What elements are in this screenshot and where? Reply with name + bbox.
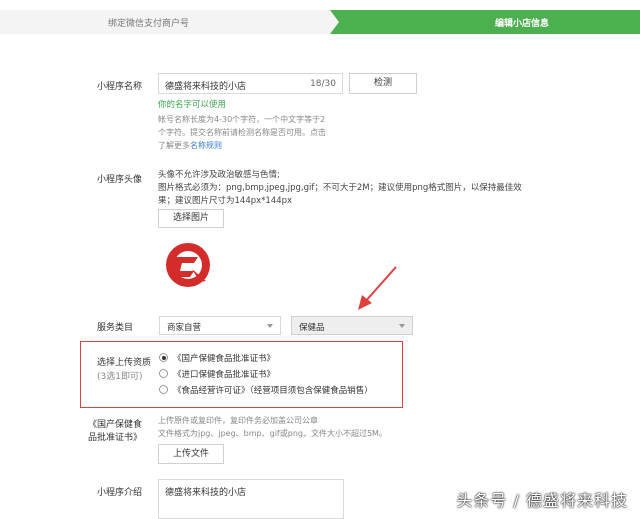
name-hint-line1: 帐号名称长度为4-30个字符，一个中文字等于2 [158, 115, 326, 124]
name-rules-link[interactable]: 名称规则 [190, 141, 222, 150]
avatar-rule-line1: 头像不允许涉及政治敏感与色情; [158, 170, 280, 180]
qualification-option-import[interactable]: 《进口保健食品批准证书》 [159, 368, 275, 380]
intro-textarea[interactable]: 德盛将来科技的小店 [158, 479, 344, 519]
avatar-rule-line3: 果；建议图片尺寸为144px*144px [158, 196, 293, 206]
avatar-rules: 头像不允许涉及政治敏感与色情; 图片格式必须为：png,bmp,jpeg,jpg… [158, 169, 558, 208]
service-category-label: 服务类目 [97, 323, 134, 333]
qualification-option-label: 《进口保健食品批准证书》 [173, 370, 276, 380]
chevron-down-icon [399, 324, 405, 328]
service-secondary-select[interactable]: 保健品 [291, 316, 413, 335]
qualification-label: 选择上传资质 [97, 358, 152, 368]
step-bind-merchant-label: 绑定微信支付商户号 [108, 19, 190, 29]
radio-selected-icon[interactable] [159, 353, 168, 362]
name-hint: 帐号名称长度为4-30个字符，一个中文字等于2 个字符。提交名称前请检测名称是否… [158, 113, 358, 152]
service-primary-value: 商家自营 [167, 323, 202, 333]
name-hint-line3: 了解更多名称规则 [158, 139, 358, 152]
name-hint-line3-prefix: 了解更多 [158, 141, 190, 150]
avatar-rule-line2: 图片格式必须为：png,bmp,jpeg,jpg,gif；不可大于2M；建议使用… [158, 183, 522, 193]
step-progress-bar: 绑定微信支付商户号 编辑小店信息 [0, 10, 640, 34]
check-name-button[interactable]: 检测 [349, 73, 417, 94]
intro-textarea-value: 德盛将来科技的小店 [165, 488, 247, 498]
step-edit-shop: 编辑小店信息 [330, 10, 640, 34]
intro-label: 小程序介绍 [97, 488, 143, 498]
step-bind-merchant: 绑定微信支付商户号 [0, 10, 338, 34]
qualification-option-license[interactable]: 《食品经营许可证》（经营项目须包含保健食品销售） [159, 384, 373, 396]
certificate-label-line2: 品批准证书》 [88, 433, 143, 443]
qualification-option-domestic[interactable]: 《国产保健食品批准证书》 [159, 352, 275, 364]
choose-image-button[interactable]: 选择图片 [158, 209, 224, 228]
certificate-hint: 上传原件或复印件，复印件务必加盖公司公章 文件格式为jpg、jpeg、bmp、g… [158, 414, 438, 440]
name-field-label: 小程序名称 [97, 82, 143, 92]
qualification-sublabel: (3选1即可) [97, 372, 143, 382]
service-secondary-value: 保健品 [299, 323, 325, 333]
name-char-counter: 18/30 [310, 79, 336, 89]
qualification-option-label: 《食品经营许可证》（经营项目须包含保健食品销售） [173, 386, 373, 396]
name-hint-line2: 个字符。提交名称前请检测名称是否可用。点击 [158, 128, 326, 137]
service-primary-select[interactable]: 商家自营 [159, 316, 281, 335]
name-input[interactable]: 德盛将来科技的小店 18/30 [158, 73, 343, 94]
upload-file-button[interactable]: 上传文件 [158, 444, 224, 464]
certificate-hint-line1: 上传原件或复印件，复印件务必加盖公司公章 [158, 416, 318, 425]
watermark-text: 头条号 / 德盛将来科技 [456, 491, 628, 510]
chevron-down-icon [267, 324, 273, 328]
certificate-label-line1: 《国产保健食 [88, 420, 143, 430]
red-pointer-arrow-icon [358, 266, 397, 310]
radio-icon[interactable] [159, 369, 168, 378]
qualification-option-label: 《国产保健食品批准证书》 [173, 354, 276, 364]
step-arrow-icon [330, 10, 339, 34]
step-edit-shop-label: 编辑小店信息 [495, 19, 550, 29]
shop-logo-image [164, 241, 212, 289]
name-input-value: 德盛将来科技的小店 [165, 82, 247, 92]
radio-icon[interactable] [159, 385, 168, 394]
avatar-label: 小程序头像 [97, 175, 143, 185]
certificate-label: 《国产保健食 品批准证书》 [88, 419, 142, 445]
name-status-text: 你的名字可以使用 [158, 100, 227, 110]
certificate-hint-line2: 文件格式为jpg、jpeg、bmp、gif或png，文件大小不超过5M。 [158, 429, 387, 438]
